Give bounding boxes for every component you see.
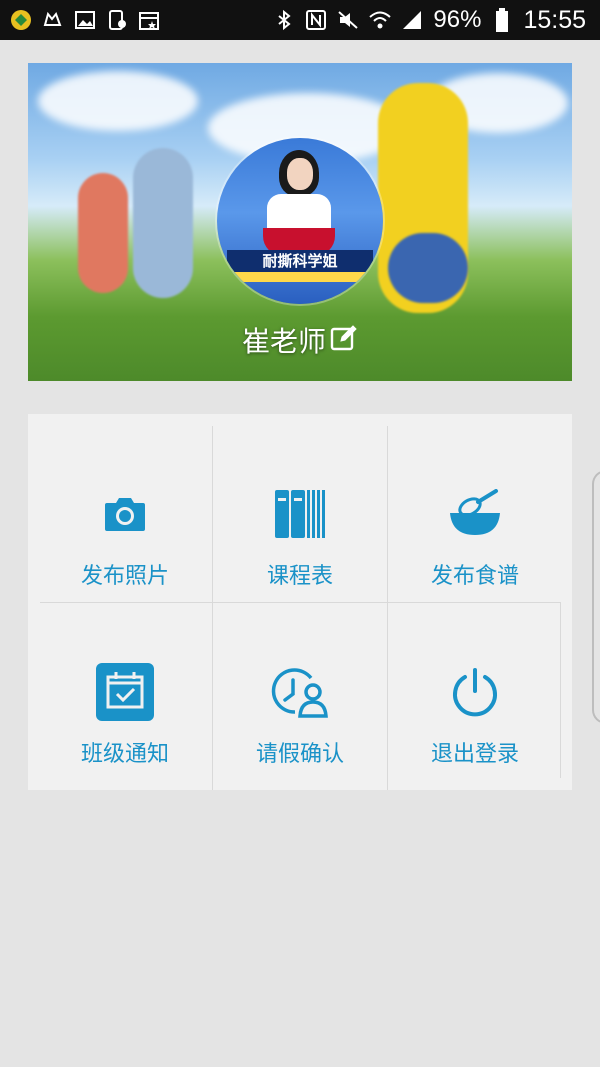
menu-item-logout[interactable]: 退出登录 (388, 602, 562, 780)
menu-grid: 发布照片 课程表 发布食谱 班级通知 请假确认 退出登录 (28, 414, 572, 790)
menu-item-label: 退出登录 (430, 742, 519, 767)
menu-item-publish-recipe[interactable]: 发布食谱 (388, 424, 562, 602)
edge-panel-handle[interactable] (592, 470, 600, 724)
status-bar: 96% 15:55 (0, 0, 600, 40)
signal-icon (401, 9, 423, 31)
menu-item-label: 请假确认 (255, 742, 344, 767)
calendar-check-icon (95, 662, 155, 722)
avatar[interactable]: 耐撕科学姐 (217, 138, 383, 304)
avatar-face (287, 158, 313, 190)
app-icon (10, 9, 32, 31)
child-figure (133, 148, 193, 298)
menu-item-label: 班级通知 (80, 742, 169, 767)
menu-item-class-notice[interactable]: 班级通知 (38, 602, 212, 780)
cat-icon (42, 9, 64, 31)
camera-icon (95, 484, 155, 544)
battery-icon (491, 8, 513, 32)
wifi-icon (369, 9, 392, 31)
calendar-star-icon (138, 9, 160, 31)
battery-percent: 96% (433, 6, 482, 33)
child-figure (388, 233, 468, 303)
nfc-icon (305, 9, 327, 31)
mute-icon (337, 9, 359, 31)
menu-item-label: 发布照片 (80, 564, 169, 589)
menu-item-publish-photo[interactable]: 发布照片 (38, 424, 212, 602)
menu-item-label: 发布食谱 (430, 564, 519, 589)
child-figure (78, 173, 128, 293)
avatar-subbanner (231, 272, 369, 282)
status-left-icons (10, 9, 160, 31)
menu-item-timetable[interactable]: 课程表 (213, 424, 387, 602)
cloud (38, 71, 198, 131)
teacher-name: 崔老师 (241, 325, 326, 358)
phone-lock-icon (106, 9, 128, 31)
clock: 15:55 (523, 5, 586, 34)
menu-item-leave-confirm[interactable]: 请假确认 (213, 602, 387, 780)
bluetooth-icon (273, 9, 295, 31)
menu-item-label: 课程表 (266, 564, 333, 589)
status-right-icons: 96% 15:55 (273, 6, 586, 35)
image-icon (74, 9, 96, 31)
books-icon (270, 484, 330, 544)
clock-person-icon (270, 662, 330, 722)
profile-name-row[interactable]: 崔老师 (0, 322, 600, 358)
power-icon (445, 662, 505, 722)
edit-icon[interactable] (330, 324, 358, 356)
avatar-banner: 耐撕科学姐 (227, 250, 373, 272)
mixing-bowl-icon (445, 484, 505, 544)
